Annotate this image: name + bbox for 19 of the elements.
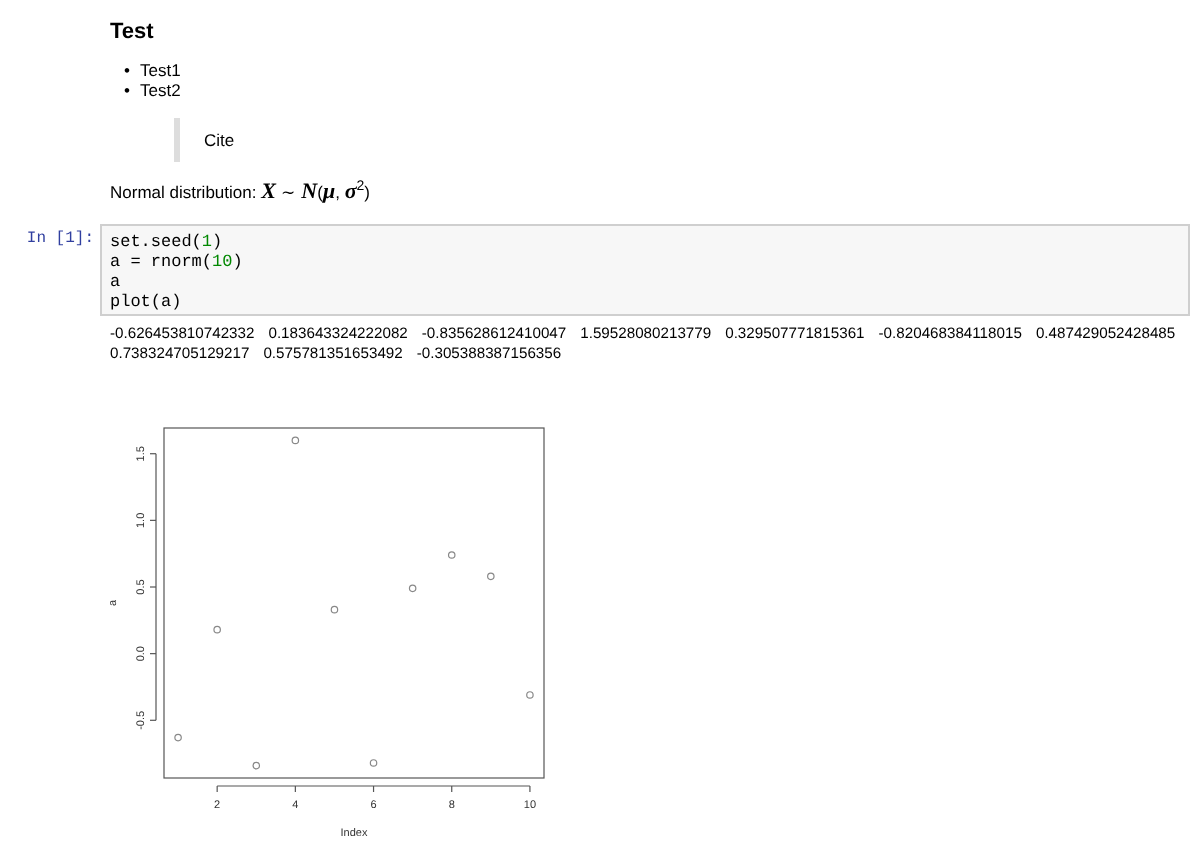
bullet: • [124,60,130,80]
blockquote: Cite [174,118,1200,162]
code-editor[interactable]: set.seed(1) a = rnorm(10) a plot(a) [100,224,1190,316]
list-item: Test1 [139,60,181,80]
data-point [213,625,221,634]
data-point [369,759,378,767]
data-point [526,691,534,699]
data-point [291,436,300,445]
bullet: • [124,80,130,100]
data-point [330,605,339,614]
list-item: Test2 [139,80,181,100]
formula-text: Normal distribution: X ∼ N(μ, σ$^{2}$) [110,180,373,204]
data-point [487,572,495,581]
data-point [252,761,261,770]
data-point [408,584,417,593]
data-point [174,733,182,742]
heading: Test [110,20,156,44]
cell-prompt: In [1]: [26,230,94,248]
data-point [447,551,456,559]
